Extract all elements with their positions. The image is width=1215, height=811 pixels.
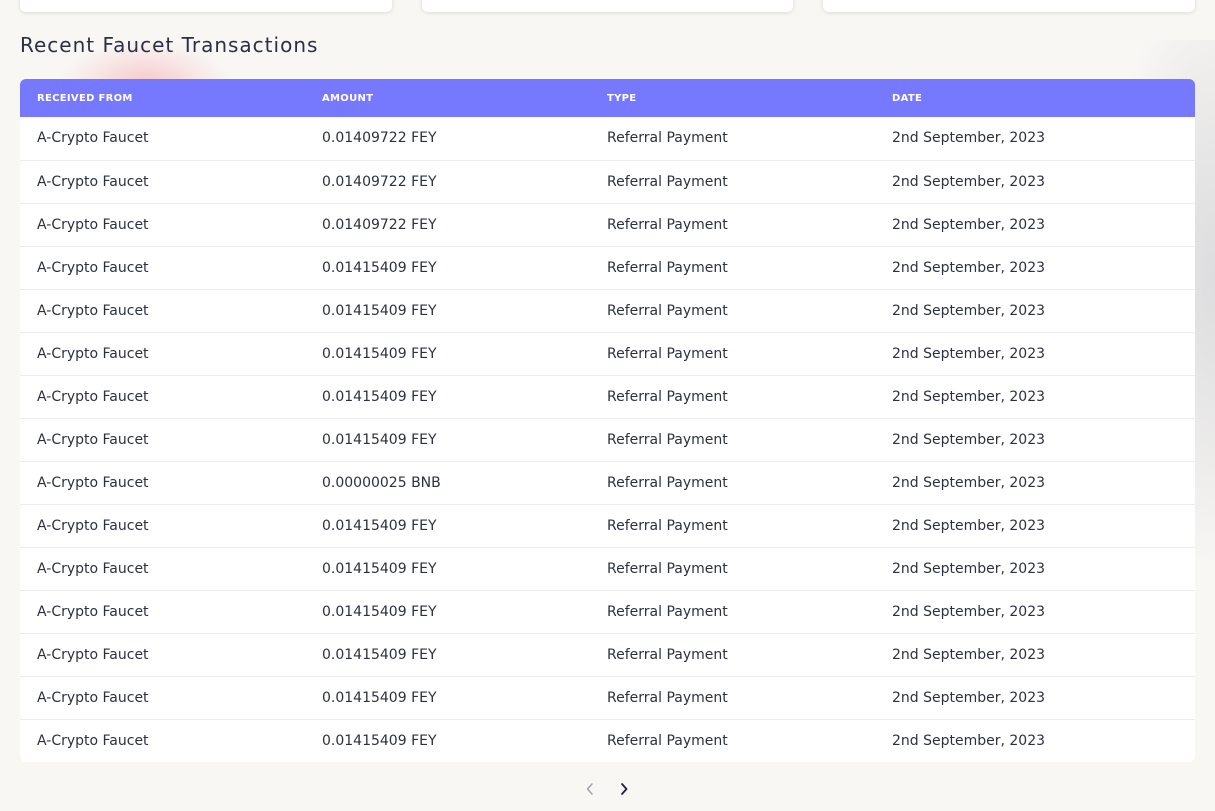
cell-date: 2nd September, 2023: [892, 646, 1046, 663]
cell-received-from: A-Crypto Faucet: [37, 431, 149, 448]
stat-card: [20, 0, 392, 12]
cell-received-from: A-Crypto Faucet: [37, 259, 149, 276]
stat-card: [422, 0, 793, 12]
transactions-table-container: RECEIVED FROM AMOUNT TYPE DATE A-Crypto …: [20, 79, 1195, 762]
cell-type: Referral Payment: [607, 732, 728, 749]
table-row: A-Crypto Faucet 0.01415409 FEY Referral Pa…: [20, 418, 1195, 461]
cell-amount: 0.01415409 FEY: [322, 302, 437, 319]
cell-date: 2nd September, 2023: [892, 302, 1046, 319]
cell-type: Referral Payment: [607, 216, 728, 233]
cell-received-from: A-Crypto Faucet: [37, 732, 149, 749]
cell-date: 2nd September, 2023: [892, 474, 1046, 491]
cell-received-from: A-Crypto Faucet: [37, 302, 149, 319]
table-row: A-Crypto Faucet 0.01409722 FEY Referral Pa…: [20, 117, 1195, 160]
cell-type: Referral Payment: [607, 474, 728, 491]
cell-type: Referral Payment: [607, 560, 728, 577]
cell-received-from: A-Crypto Faucet: [37, 173, 149, 190]
cell-received-from: A-Crypto Faucet: [37, 517, 149, 534]
cell-type: Referral Payment: [607, 259, 728, 276]
table-row: A-Crypto Faucet 0.00000025 BNB Referral Pa…: [20, 461, 1195, 504]
cell-amount: 0.01409722 FEY: [322, 216, 437, 233]
cell-date: 2nd September, 2023: [892, 130, 1046, 147]
cell-type: Referral Payment: [607, 388, 728, 405]
column-header-type: TYPE: [607, 92, 637, 104]
cell-amount: 0.01415409 FEY: [322, 560, 437, 577]
cell-amount: 0.01415409 FEY: [322, 345, 437, 362]
chevron-left-icon: [586, 783, 593, 795]
cell-amount: 0.01409722 FEY: [322, 130, 437, 147]
cell-amount: 0.01415409 FEY: [322, 732, 437, 749]
cell-amount: 0.01415409 FEY: [322, 431, 437, 448]
cell-amount: 0.01415409 FEY: [322, 689, 437, 706]
cell-type: Referral Payment: [607, 302, 728, 319]
cell-date: 2nd September, 2023: [892, 259, 1046, 276]
chevron-right-icon: [621, 783, 628, 795]
cell-date: 2nd September, 2023: [892, 345, 1046, 362]
table-row: A-Crypto Faucet 0.01415409 FEY Referral Pa…: [20, 590, 1195, 633]
transactions-table: RECEIVED FROM AMOUNT TYPE DATE A-Crypto …: [20, 79, 1195, 762]
next-page-button[interactable]: [612, 777, 636, 801]
cell-type: Referral Payment: [607, 130, 728, 147]
cell-date: 2nd September, 2023: [892, 388, 1046, 405]
cell-received-from: A-Crypto Faucet: [37, 130, 149, 147]
cell-date: 2nd September, 2023: [892, 173, 1046, 190]
cell-date: 2nd September, 2023: [892, 431, 1046, 448]
cell-received-from: A-Crypto Faucet: [37, 388, 149, 405]
cell-date: 2nd September, 2023: [892, 517, 1046, 534]
cell-amount: 0.00000025 BNB: [322, 474, 441, 491]
table-header-row: RECEIVED FROM AMOUNT TYPE DATE: [20, 79, 1195, 117]
cell-received-from: A-Crypto Faucet: [37, 603, 149, 620]
cell-amount: 0.01415409 FEY: [322, 603, 437, 620]
cell-received-from: A-Crypto Faucet: [37, 689, 149, 706]
cell-type: Referral Payment: [607, 345, 728, 362]
cell-amount: 0.01415409 FEY: [322, 259, 437, 276]
table-row: A-Crypto Faucet 0.01415409 FEY Referral Pa…: [20, 719, 1195, 762]
cell-date: 2nd September, 2023: [892, 603, 1046, 620]
table-row: A-Crypto Faucet 0.01409722 FEY Referral Pa…: [20, 160, 1195, 203]
table-row: A-Crypto Faucet 0.01415409 FEY Referral Pa…: [20, 332, 1195, 375]
cell-date: 2nd September, 2023: [892, 216, 1046, 233]
cell-received-from: A-Crypto Faucet: [37, 345, 149, 362]
cell-received-from: A-Crypto Faucet: [37, 216, 149, 233]
cell-date: 2nd September, 2023: [892, 732, 1046, 749]
cell-amount: 0.01409722 FEY: [322, 173, 437, 190]
table-row: A-Crypto Faucet 0.01415409 FEY Referral Pa…: [20, 375, 1195, 418]
cell-date: 2nd September, 2023: [892, 689, 1046, 706]
cell-received-from: A-Crypto Faucet: [37, 474, 149, 491]
cell-amount: 0.01415409 FEY: [322, 517, 437, 534]
cell-type: Referral Payment: [607, 646, 728, 663]
previous-page-button[interactable]: [578, 777, 602, 801]
table-row: A-Crypto Faucet 0.01415409 FEY Referral Pa…: [20, 676, 1195, 719]
table-row: A-Crypto Faucet 0.01415409 FEY Referral Pa…: [20, 246, 1195, 289]
table-body: A-Crypto Faucet 0.01409722 FEY Referral Pa…: [20, 117, 1195, 762]
column-header-amount: AMOUNT: [322, 92, 374, 104]
column-header-received-from: RECEIVED FROM: [37, 92, 133, 104]
pagination: [578, 777, 638, 801]
table-row: A-Crypto Faucet 0.01415409 FEY Referral Pa…: [20, 547, 1195, 590]
cell-type: Referral Payment: [607, 689, 728, 706]
cell-amount: 0.01415409 FEY: [322, 388, 437, 405]
table-row: A-Crypto Faucet 0.01415409 FEY Referral Pa…: [20, 633, 1195, 676]
cell-received-from: A-Crypto Faucet: [37, 560, 149, 577]
cell-type: Referral Payment: [607, 431, 728, 448]
cell-type: Referral Payment: [607, 603, 728, 620]
table-row: A-Crypto Faucet 0.01415409 FEY Referral Pa…: [20, 504, 1195, 547]
section-title: Recent Faucet Transactions: [20, 33, 319, 57]
column-header-date: DATE: [892, 92, 923, 104]
table-row: A-Crypto Faucet 0.01409722 FEY Referral Pa…: [20, 203, 1195, 246]
stat-card: [823, 0, 1195, 12]
cell-date: 2nd September, 2023: [892, 560, 1046, 577]
cell-received-from: A-Crypto Faucet: [37, 646, 149, 663]
cell-amount: 0.01415409 FEY: [322, 646, 437, 663]
cell-type: Referral Payment: [607, 517, 728, 534]
table-row: A-Crypto Faucet 0.01415409 FEY Referral Pa…: [20, 289, 1195, 332]
cell-type: Referral Payment: [607, 173, 728, 190]
